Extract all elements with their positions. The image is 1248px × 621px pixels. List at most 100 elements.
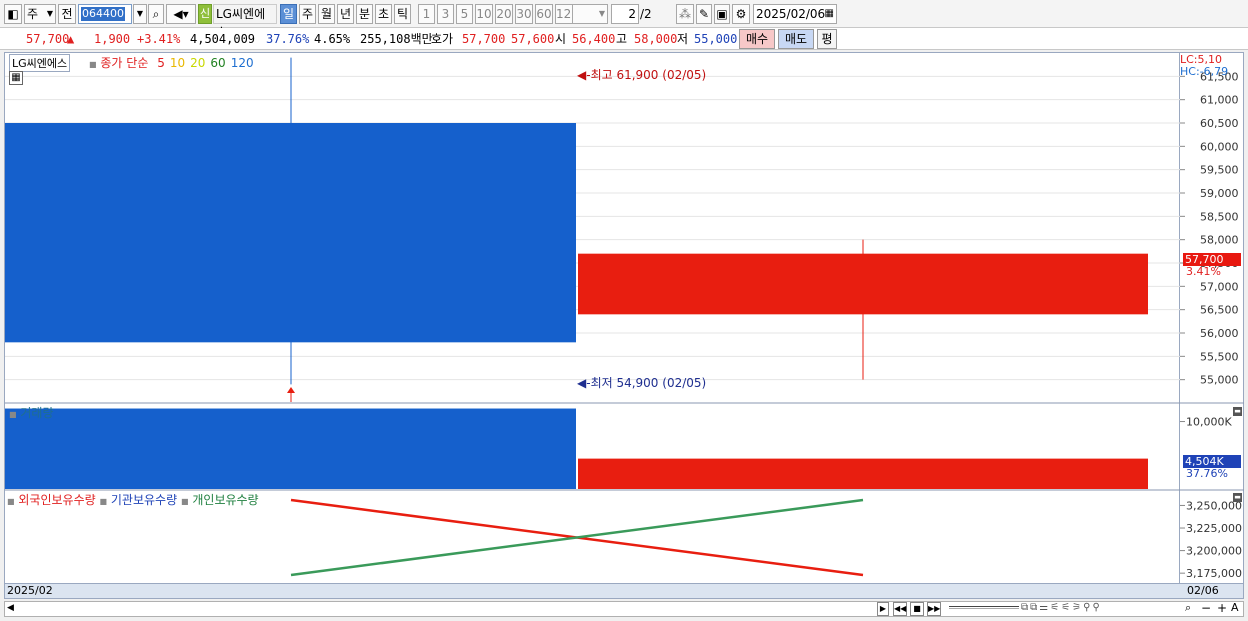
volume-ratio: 37.76% bbox=[266, 32, 310, 46]
count-dropdown[interactable]: ▼ bbox=[572, 4, 608, 24]
trade-amount: 255,108백만 bbox=[360, 32, 433, 46]
max-label: 최고 61,900 (02/05) bbox=[590, 68, 707, 82]
candle-body bbox=[5, 123, 576, 343]
holder-individual: 개인보유수량 bbox=[192, 493, 259, 507]
zoom-icon[interactable]: ⌕ bbox=[1185, 601, 1191, 615]
interval-tab-4[interactable]: 분 bbox=[356, 4, 373, 24]
draw-tool-icon[interactable]: ✎ bbox=[696, 4, 712, 24]
legend-square-icon: ■ bbox=[7, 497, 15, 506]
left-arrow-icon: ◀- bbox=[577, 68, 591, 82]
count-tab-0[interactable]: 1 bbox=[418, 4, 435, 24]
holder-foreign: 외국인보유수량 bbox=[18, 493, 96, 507]
stock-name: LG씨엔에스 bbox=[213, 4, 277, 39]
bid-price: 57,600 bbox=[511, 32, 555, 46]
ask-price: 57,700 bbox=[462, 32, 506, 46]
search-icon[interactable]: ⌕ bbox=[148, 4, 164, 24]
volume-panel-title: ■ 거래량 bbox=[9, 404, 54, 421]
period-label: 주 bbox=[27, 7, 39, 21]
min-annotation: ◀-최저 54,900 (02/05) bbox=[577, 374, 706, 391]
window-menu-icon[interactable]: ◧ bbox=[4, 4, 22, 24]
date-left: 2025/02 bbox=[7, 584, 53, 597]
count-tab-4[interactable]: 20 bbox=[495, 4, 513, 24]
high-label: 고 bbox=[616, 32, 628, 46]
code-dropdown-icon[interactable]: ▼ bbox=[133, 4, 147, 24]
interval-tab-0[interactable]: 일 bbox=[280, 4, 297, 24]
turnover-rate: 4.65% bbox=[314, 32, 351, 46]
stock-code-input[interactable]: 064400 bbox=[78, 4, 132, 24]
price-axis[interactable]: 55,00055,50056,00056,50057,00057,50058,0… bbox=[1180, 52, 1244, 584]
price-tick-label: 56,500 bbox=[1200, 304, 1239, 317]
zoom-in-icon[interactable]: + bbox=[1217, 601, 1227, 615]
legend-square-icon: ■ bbox=[89, 60, 97, 69]
ma-period-60: 60 bbox=[210, 56, 226, 70]
legend-square-icon: ■ bbox=[9, 410, 17, 419]
axis-svg: 55,00055,50056,00056,50057,00057,50058,0… bbox=[1180, 70, 1244, 580]
period-dropdown[interactable]: 주 ▼ bbox=[24, 4, 56, 24]
speaker-icon[interactable]: ◀▾ bbox=[166, 4, 196, 24]
count-tab-6[interactable]: 60 bbox=[535, 4, 553, 24]
interval-tab-1[interactable]: 주 bbox=[299, 4, 316, 24]
zoom-out-icon[interactable]: − bbox=[1201, 601, 1211, 615]
interval-tab-2[interactable]: 월 bbox=[318, 4, 335, 24]
collapse-icon[interactable]: ▬ bbox=[1233, 493, 1242, 502]
volume-bar bbox=[578, 458, 1148, 489]
interval-tab-3[interactable]: 년 bbox=[337, 4, 354, 24]
collapse-icon[interactable]: ▬ bbox=[1233, 407, 1242, 416]
ask-label: 호가 bbox=[431, 32, 454, 46]
save-icon[interactable]: ▣ bbox=[714, 4, 730, 24]
count-tab-3[interactable]: 10 bbox=[475, 4, 493, 24]
prev-button[interactable]: 전 bbox=[58, 4, 76, 24]
up-arrow-icon: ▲ bbox=[67, 32, 75, 46]
max-annotation: ◀-최고 61,900 (02/05) bbox=[577, 66, 706, 83]
drawing-tools-icon[interactable]: ⧉⧉⚌⚟⚟⚞⚲⚲ bbox=[1021, 602, 1102, 613]
chevron-down-icon: ▼ bbox=[46, 9, 53, 18]
price-tick-label: 57,000 bbox=[1200, 280, 1239, 293]
count-tab-1[interactable]: 3 bbox=[437, 4, 454, 24]
legend-square-icon: ■ bbox=[99, 497, 108, 506]
count-tab-2[interactable]: 5 bbox=[456, 4, 473, 24]
price-tick-label: 55,500 bbox=[1200, 350, 1239, 363]
chart-scrollbar[interactable]: ◀ ▶ ◀◀ ■ ▶▶ ⧉⧉⚌⚟⚟⚞⚲⚲ ⌕ − + A bbox=[4, 601, 1244, 617]
rewind-icon[interactable]: ◀◀ bbox=[893, 602, 907, 616]
hc-label: HC:-6,79 bbox=[1180, 65, 1229, 78]
low-label: 저 bbox=[677, 32, 689, 46]
date-input[interactable]: 2025/02/06 ▦ bbox=[753, 4, 837, 24]
binoculars-icon[interactable]: ⁂ bbox=[676, 4, 694, 24]
volume-bar bbox=[5, 408, 576, 489]
chart-area[interactable]: LG씨엔에스 ■ 종가 단순 5 10 20 60 120 ▦ ◀-최고 61,900 … bbox=[4, 52, 1181, 584]
page-input[interactable]: 2 bbox=[611, 4, 639, 24]
stop-icon[interactable]: ■ bbox=[910, 602, 924, 616]
zoom-slider[interactable] bbox=[949, 606, 1019, 609]
toolbar: ◧ 주▼ 전 064400 ▼ ⌕ ◀▾ 신 LG씨엔에스 일주월년분초틱 13… bbox=[0, 0, 1248, 39]
volume-pct-label: 37.76% bbox=[1186, 467, 1228, 480]
count-tab-5[interactable]: 30 bbox=[515, 4, 533, 24]
holders-legend: ■ 외국인보유수량 ■ 기관보유수량 ■ 개인보유수량 bbox=[7, 491, 259, 508]
chart-name-tag[interactable]: LG씨엔에스 bbox=[9, 54, 71, 72]
interval-tab-5[interactable]: 초 bbox=[375, 4, 392, 24]
price-tick-label: 60,000 bbox=[1200, 140, 1239, 153]
price-tick-label: 55,000 bbox=[1200, 374, 1239, 387]
ma-period-5: 5 bbox=[157, 56, 165, 70]
price-tick-label: 59,000 bbox=[1200, 187, 1239, 200]
ma-period-120: 120 bbox=[230, 56, 254, 70]
min-label: 최저 54,900 (02/05) bbox=[590, 376, 707, 390]
gear-icon[interactable]: ⚙ bbox=[732, 4, 750, 24]
date-axis: 2025/02 02/06 bbox=[4, 583, 1244, 599]
scroll-left-icon[interactable]: ◀ bbox=[7, 603, 14, 613]
eval-button[interactable]: 평 bbox=[817, 29, 837, 49]
play-icon[interactable]: ▶ bbox=[877, 602, 889, 616]
volume-value: 4,504,009 bbox=[190, 32, 256, 46]
new-badge[interactable]: 신 bbox=[198, 4, 212, 24]
interval-tab-6[interactable]: 틱 bbox=[394, 4, 411, 24]
table-icon[interactable]: ▦ bbox=[9, 71, 23, 85]
sell-button[interactable]: 매도 bbox=[778, 29, 814, 49]
font-size-icon[interactable]: A bbox=[1231, 601, 1239, 614]
calendar-icon[interactable]: ▦ bbox=[825, 5, 834, 23]
ma-legend-prefix: 종가 단순 bbox=[100, 56, 149, 70]
last-pct-label: 3.41% bbox=[1186, 265, 1221, 278]
buy-button[interactable]: 매수 bbox=[739, 29, 775, 49]
forward-icon[interactable]: ▶▶ bbox=[927, 602, 941, 616]
candle-body bbox=[578, 253, 1148, 315]
ma-period-10: 10 bbox=[169, 56, 186, 70]
date-value: 2025/02/06 bbox=[756, 7, 826, 21]
